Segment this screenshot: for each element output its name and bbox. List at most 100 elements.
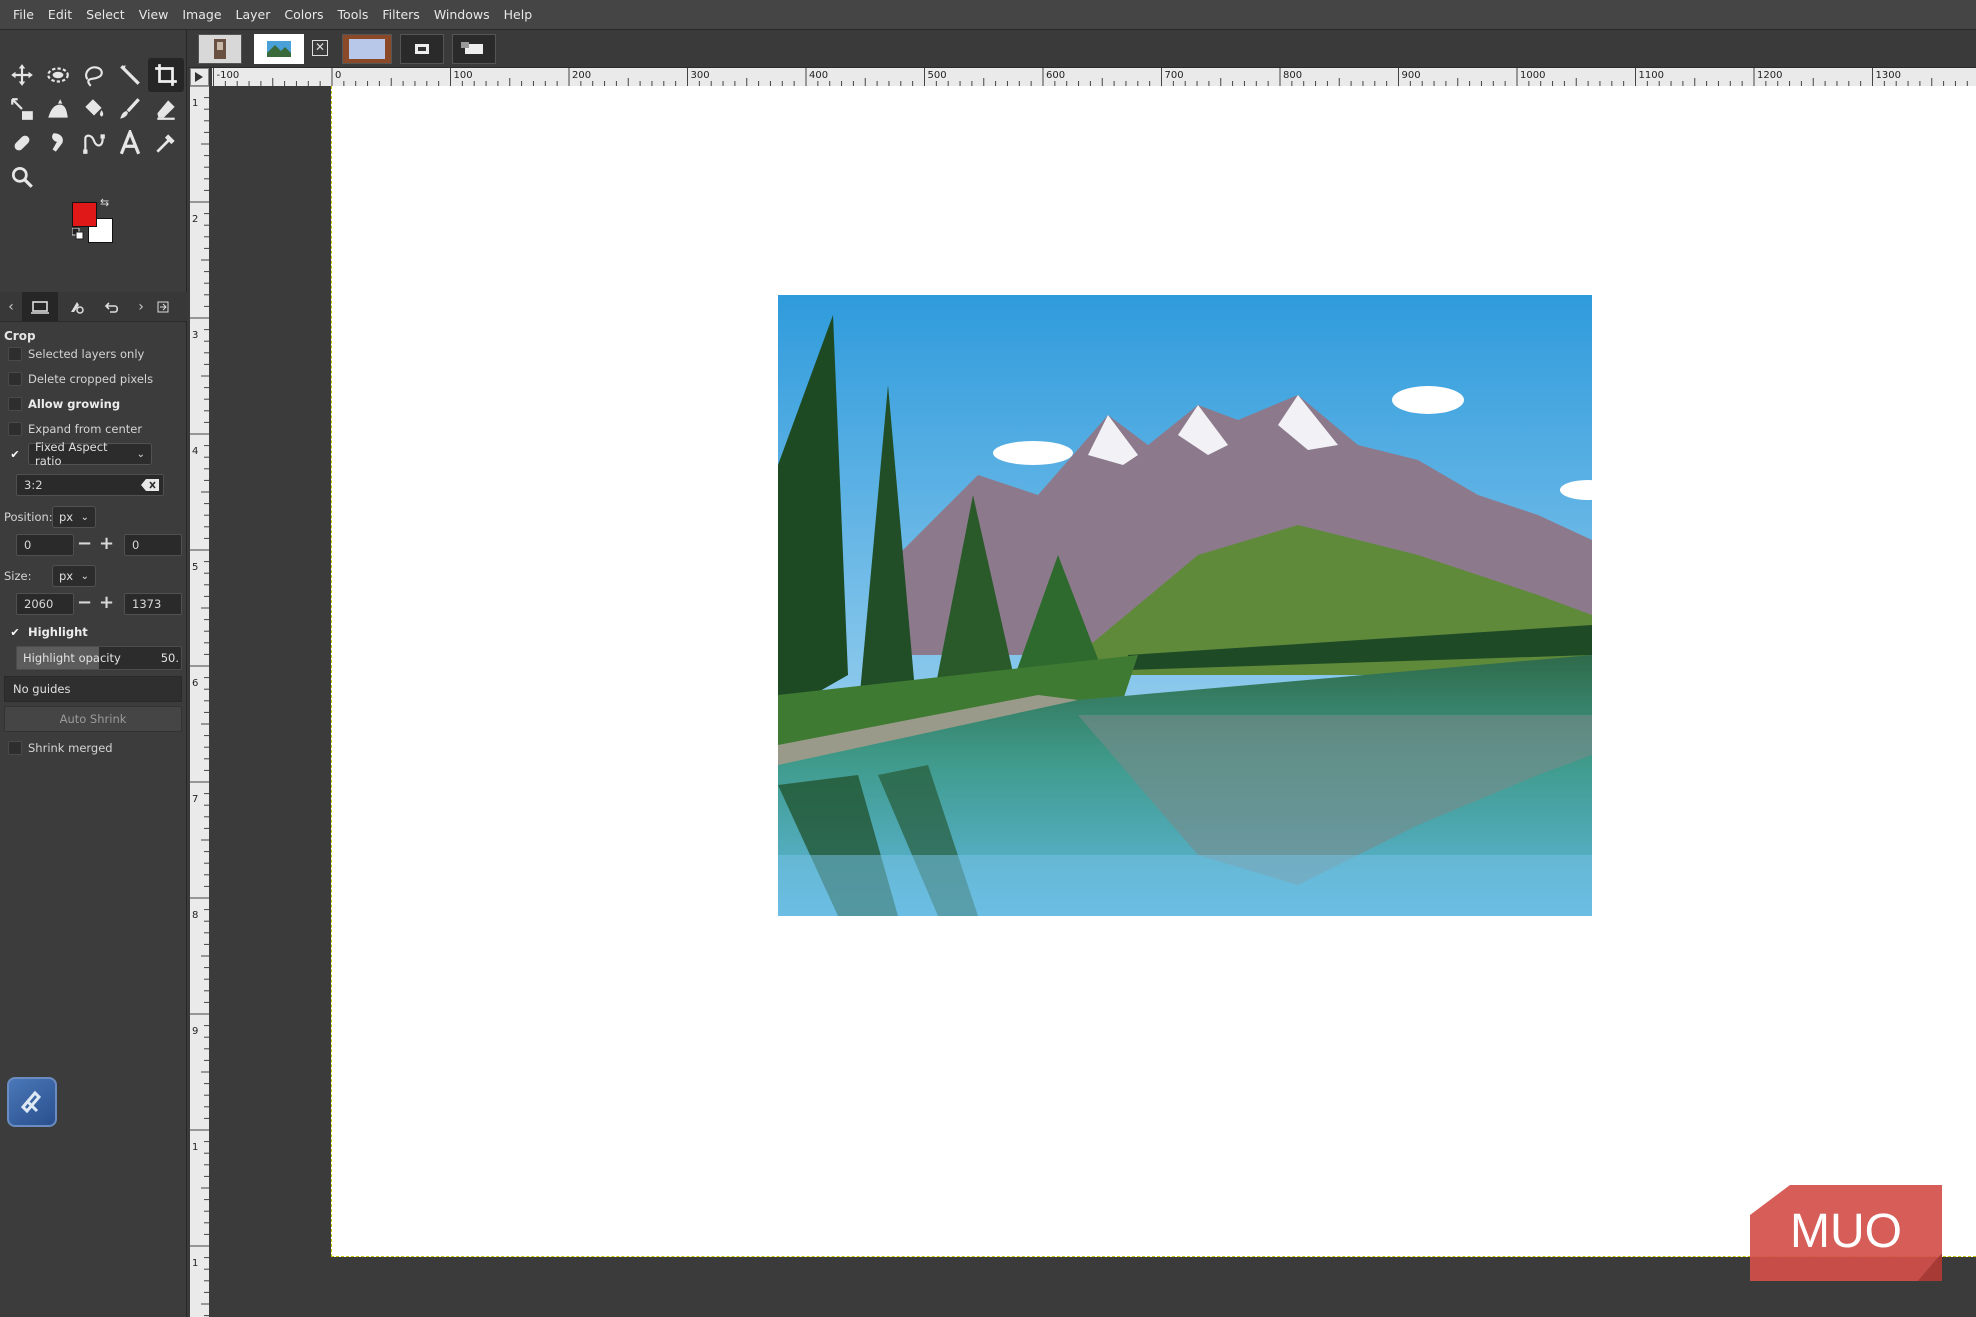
- vertical-ruler[interactable]: 1 2 3 4 5 6 7 8 9 1 1: [190, 86, 209, 1317]
- position-decrease-icon[interactable]: −: [77, 533, 92, 555]
- ruler-label: 400: [809, 70, 828, 81]
- image-tab-2-active[interactable]: [254, 34, 304, 64]
- menu-image[interactable]: Image: [175, 0, 228, 30]
- ruler-label: 1100: [1639, 70, 1664, 81]
- size-width-input[interactable]: 2060: [16, 593, 74, 615]
- fixed-checkbox[interactable]: ✔: [8, 447, 22, 461]
- fixed-mode-dropdown[interactable]: Fixed Aspect ratio ⌄: [28, 440, 152, 468]
- move-tool[interactable]: [4, 58, 40, 92]
- fuzzy-select-tool[interactable]: [112, 58, 148, 92]
- menu-help[interactable]: Help: [497, 0, 540, 30]
- scale-tool[interactable]: [4, 92, 40, 126]
- allow-growing-option[interactable]: Allow growing: [8, 394, 120, 414]
- text-icon: [119, 130, 141, 155]
- paintbrush-tool[interactable]: [112, 92, 148, 126]
- ruler-corner-toggle[interactable]: [190, 68, 209, 86]
- position-unit-dropdown[interactable]: px ⌄: [52, 506, 96, 528]
- selected-layers-only-checkbox[interactable]: [8, 347, 22, 361]
- ruler-label: 200: [572, 70, 591, 81]
- eraser-tool[interactable]: [148, 92, 184, 126]
- auto-shrink-button[interactable]: Auto Shrink: [4, 706, 182, 732]
- expand-from-center-label: Expand from center: [28, 422, 143, 436]
- position-x-input[interactable]: 0: [16, 534, 74, 556]
- eyedropper-icon: [156, 134, 175, 153]
- dock-scroll-left-icon[interactable]: ‹: [0, 292, 22, 322]
- image-tab-3[interactable]: [342, 34, 392, 64]
- menu-colors[interactable]: Colors: [277, 0, 330, 30]
- landscape-image[interactable]: [778, 295, 1592, 916]
- tab-device-status[interactable]: [58, 292, 94, 322]
- selected-layers-only-option[interactable]: Selected layers only: [8, 344, 144, 364]
- ruler-label: 2: [192, 214, 198, 225]
- foreground-color-swatch[interactable]: [72, 202, 97, 227]
- ruler-label: 1300: [1876, 70, 1901, 81]
- size-unit-dropdown[interactable]: px ⌄: [52, 565, 96, 587]
- menu-windows[interactable]: Windows: [427, 0, 497, 30]
- app-launcher-icon[interactable]: [7, 1077, 57, 1127]
- aspect-ratio-input[interactable]: 3:2: [16, 474, 164, 496]
- paths-tool[interactable]: [76, 126, 112, 160]
- color-picker-tool[interactable]: [148, 126, 184, 160]
- size-increase-icon[interactable]: +: [99, 592, 114, 614]
- image-tab-4[interactable]: [400, 34, 444, 64]
- allow-growing-checkbox[interactable]: [8, 397, 22, 411]
- heal-tool[interactable]: [4, 126, 40, 160]
- tab-tool-options[interactable]: [22, 291, 58, 322]
- toolbox: ⇆ ‹ › Crop Selected layers only Delete c…: [0, 30, 187, 1317]
- clear-input-icon[interactable]: [141, 479, 159, 491]
- menu-file[interactable]: File: [6, 0, 41, 30]
- text-tool[interactable]: [112, 126, 148, 160]
- menu-edit[interactable]: Edit: [41, 0, 79, 30]
- ellipse-select-tool[interactable]: [40, 58, 76, 92]
- warp-tool[interactable]: [40, 92, 76, 126]
- expand-from-center-checkbox[interactable]: [8, 422, 22, 436]
- watermark-text: MUO: [1790, 1205, 1902, 1258]
- delete-cropped-pixels-option[interactable]: Delete cropped pixels: [8, 369, 153, 389]
- highlight-checkbox[interactable]: ✔: [8, 625, 22, 639]
- close-tab-icon[interactable]: ✕: [312, 40, 328, 56]
- undo-history-icon: [104, 301, 119, 313]
- image-tab-5[interactable]: [452, 34, 496, 64]
- shrink-merged-checkbox[interactable]: [8, 741, 22, 755]
- size-height-input[interactable]: 1373: [124, 593, 182, 615]
- image-tab-1[interactable]: [198, 34, 242, 64]
- size-decrease-icon[interactable]: −: [77, 592, 92, 614]
- shrink-merged-option[interactable]: Shrink merged: [8, 738, 113, 758]
- highlight-option[interactable]: ✔ Highlight: [8, 622, 87, 642]
- zoom-tool[interactable]: [4, 160, 40, 194]
- expand-from-center-option[interactable]: Expand from center: [8, 419, 142, 439]
- swap-colors-icon[interactable]: ⇆: [100, 196, 109, 209]
- dock-menu-icon[interactable]: [152, 292, 174, 322]
- ruler-label: 100: [454, 70, 473, 81]
- fixed-option: ✔ Fixed Aspect ratio ⌄: [8, 440, 152, 468]
- position-y-input[interactable]: 0: [124, 534, 182, 556]
- guides-dropdown[interactable]: No guides: [4, 676, 182, 702]
- ruler-label: 700: [1165, 70, 1184, 81]
- menu-tools[interactable]: Tools: [331, 0, 376, 30]
- ruler-label: 8: [192, 910, 198, 921]
- delete-cropped-pixels-checkbox[interactable]: [8, 372, 22, 386]
- delete-cropped-pixels-label: Delete cropped pixels: [28, 372, 154, 386]
- muo-watermark-logo: MUO: [1750, 1185, 1942, 1281]
- crop-tool[interactable]: [148, 58, 184, 92]
- highlight-opacity-label: Highlight opacity: [23, 651, 121, 665]
- menu-layer[interactable]: Layer: [229, 0, 278, 30]
- tab-undo-history[interactable]: [94, 292, 130, 322]
- ruler-label: 9: [192, 1026, 198, 1037]
- menu-filters[interactable]: Filters: [375, 0, 426, 30]
- bucket-fill-tool[interactable]: [76, 92, 112, 126]
- menu-select[interactable]: Select: [79, 0, 132, 30]
- lasso-tool[interactable]: [76, 58, 112, 92]
- smudge-tool[interactable]: [40, 126, 76, 160]
- zoom-icon: [11, 166, 33, 188]
- position-increase-icon[interactable]: +: [99, 533, 114, 555]
- ruler-label: 500: [928, 70, 947, 81]
- horizontal-ruler[interactable]: -100 0 100 200 300 400 500 600 700 800 900 1000 1100…: [212, 68, 1976, 86]
- eraser-icon: [157, 100, 175, 120]
- ruler-label: 5: [192, 562, 198, 573]
- highlight-opacity-slider[interactable]: Highlight opacity 50.: [16, 646, 182, 670]
- dock-scroll-right-icon[interactable]: ›: [130, 292, 152, 322]
- size-unit-value: px: [59, 569, 74, 583]
- reset-colors-icon[interactable]: [72, 228, 84, 240]
- menu-view[interactable]: View: [132, 0, 176, 30]
